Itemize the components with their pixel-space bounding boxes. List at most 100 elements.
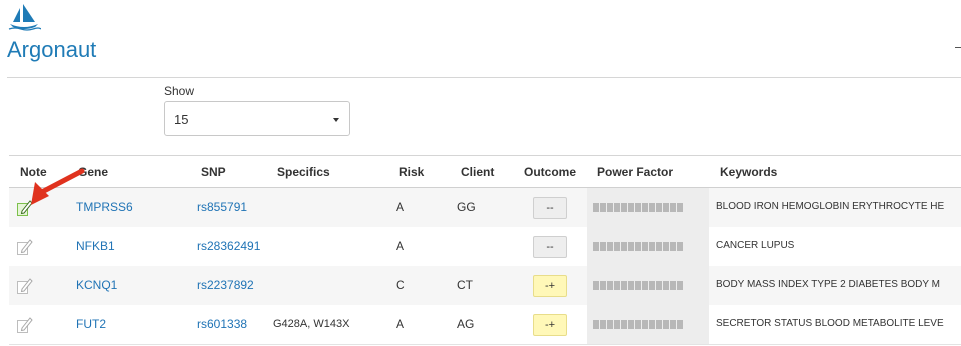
power-factor-segment (628, 281, 634, 290)
table-row[interactable]: NFKB1 rs28362491 A -- CANCER LUPUS (9, 227, 961, 267)
power-factor-segment (642, 242, 648, 251)
risk-allele: A (396, 200, 405, 214)
gene-link[interactable]: TMPRSS6 (76, 200, 133, 214)
sailboat-icon (8, 4, 41, 31)
menu-toggle[interactable] (955, 47, 961, 48)
power-factor-segment (677, 320, 683, 329)
outcome-badge[interactable]: -+ (533, 275, 567, 297)
table-row[interactable]: FUT2 rs601338 G428A, W143X A AG -+ SECRETOR ST… (9, 305, 961, 345)
power-factor-segment (621, 242, 627, 251)
power-factor-segment (628, 242, 634, 251)
power-factor-segment (621, 320, 627, 329)
power-factor-segment (635, 281, 641, 290)
note-pencil-icon[interactable] (16, 315, 33, 334)
risk-allele: A (396, 317, 405, 331)
power-factor-segment (600, 203, 606, 212)
power-factor-segment (656, 281, 662, 290)
power-factor-bar (593, 203, 684, 212)
outcome-badge[interactable]: -- (533, 197, 567, 219)
power-factor-segment (635, 320, 641, 329)
power-factor-segment (593, 203, 599, 212)
power-factor-segment (656, 203, 662, 212)
power-factor-segment (670, 320, 676, 329)
power-factor-segment (663, 203, 669, 212)
keywords-text: CANCER LUPUS (716, 240, 795, 251)
outcome-badge[interactable]: -- (533, 236, 567, 258)
specifics-text: G428A, W143X (273, 318, 350, 330)
power-factor-segment (628, 320, 634, 329)
power-factor-segment (677, 242, 683, 251)
col-note[interactable]: Note (20, 165, 47, 179)
power-factor-segment (614, 203, 620, 212)
col-client[interactable]: Client (461, 165, 494, 179)
power-factor-segment (600, 281, 606, 290)
page-size-select[interactable]: 15 (164, 101, 350, 136)
power-factor-segment (670, 242, 676, 251)
power-factor-bar (593, 242, 684, 251)
note-pencil-icon[interactable] (16, 198, 33, 217)
power-factor-segment (642, 320, 648, 329)
power-factor-segment (656, 320, 662, 329)
gene-link[interactable]: NFKB1 (76, 239, 115, 253)
col-snp[interactable]: SNP (201, 165, 226, 179)
snp-link[interactable]: rs601338 (197, 317, 247, 331)
outcome-badge[interactable]: -+ (533, 314, 567, 336)
power-factor-segment (621, 203, 627, 212)
power-factor-segment (649, 281, 655, 290)
power-factor-segment (649, 242, 655, 251)
power-factor-segment (677, 281, 683, 290)
power-factor-segment (600, 242, 606, 251)
note-pencil-icon[interactable] (16, 237, 33, 256)
snp-link[interactable]: rs855791 (197, 200, 247, 214)
risk-allele: C (396, 278, 405, 292)
keywords-text: BLOOD IRON HEMOGLOBIN ERYTHROCYTE HE (716, 201, 945, 212)
power-factor-segment (614, 242, 620, 251)
power-factor-segment (635, 203, 641, 212)
power-factor-segment (614, 281, 620, 290)
col-outcome[interactable]: Outcome (524, 165, 576, 179)
client-genotype: GG (457, 200, 476, 214)
power-factor-segment (663, 320, 669, 329)
power-factor-segment (642, 281, 648, 290)
col-specifics[interactable]: Specifics (277, 165, 330, 179)
power-factor-segment (649, 320, 655, 329)
caret-down-icon (333, 118, 339, 122)
app-brand[interactable]: Argonaut (7, 37, 96, 63)
power-factor-segment (607, 203, 613, 212)
col-keywords[interactable]: Keywords (720, 165, 777, 179)
power-factor-segment (621, 281, 627, 290)
power-factor-segment (677, 203, 683, 212)
keywords-text: BODY MASS INDEX TYPE 2 DIABETES BODY M (716, 279, 940, 290)
power-factor-segment (593, 320, 599, 329)
gene-link[interactable]: FUT2 (76, 317, 106, 331)
table-header: Note Gene SNP Specifics Risk Client Outc… (9, 155, 961, 189)
client-genotype: CT (457, 278, 473, 292)
power-factor-segment (670, 281, 676, 290)
power-factor-segment (635, 242, 641, 251)
table-row[interactable]: KCNQ1 rs2237892 C CT -+ BODY MASS INDEX TYPE … (9, 266, 961, 306)
power-factor-segment (593, 242, 599, 251)
power-factor-segment (607, 242, 613, 251)
power-factor-segment (670, 203, 676, 212)
col-power-factor[interactable]: Power Factor (597, 165, 673, 179)
power-factor-segment (649, 203, 655, 212)
power-factor-segment (663, 281, 669, 290)
power-factor-bar (593, 281, 684, 290)
power-factor-segment (600, 320, 606, 329)
gene-link[interactable]: KCNQ1 (76, 278, 117, 292)
client-genotype: AG (457, 317, 475, 331)
note-pencil-icon[interactable] (16, 276, 33, 295)
col-gene[interactable]: Gene (78, 165, 108, 179)
table-row[interactable]: TMPRSS6 rs855791 A GG -- BLOOD IRON HEMOGLOBI… (9, 188, 961, 228)
power-factor-segment (614, 320, 620, 329)
power-factor-segment (663, 242, 669, 251)
keywords-text: SECRETOR STATUS BLOOD METABOLITE LEVE (716, 318, 944, 329)
snp-link[interactable]: rs2237892 (197, 278, 254, 292)
col-risk[interactable]: Risk (399, 165, 424, 179)
risk-allele: A (396, 239, 405, 253)
snp-link[interactable]: rs28362491 (197, 239, 260, 253)
power-factor-segment (656, 242, 662, 251)
power-factor-segment (607, 320, 613, 329)
page-size-value: 15 (174, 112, 189, 127)
header-divider (7, 77, 961, 78)
